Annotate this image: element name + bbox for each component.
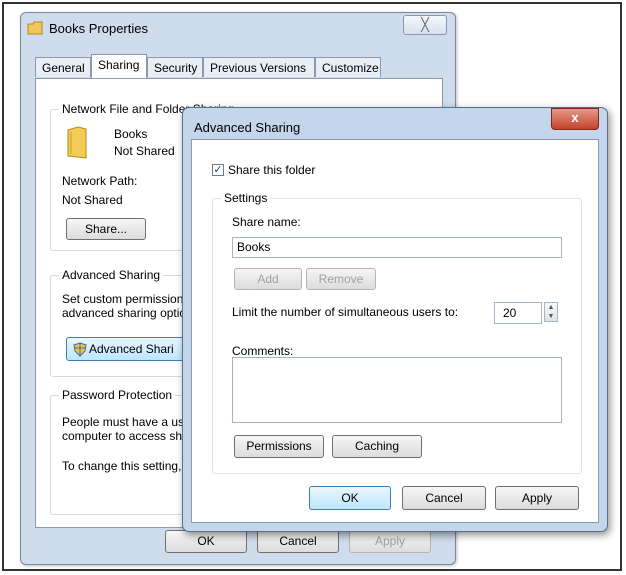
folder-icon xyxy=(27,21,43,35)
tab-security[interactable]: Security xyxy=(147,57,203,77)
dialog-title: Advanced Sharing xyxy=(194,120,301,135)
add-button[interactable]: Add xyxy=(234,268,302,290)
tab-previous-versions[interactable]: Previous Versions xyxy=(203,57,315,77)
shield-icon xyxy=(73,342,87,357)
tab-general[interactable]: General xyxy=(35,57,91,77)
folder-icon xyxy=(67,126,87,159)
permissions-button[interactable]: Permissions xyxy=(234,435,324,458)
advanced-sharing-dialog: Advanced Sharing x ✓ Share this folder S… xyxy=(182,107,608,532)
network-path-label: Network Path: xyxy=(62,174,138,188)
comments-textarea[interactable] xyxy=(232,357,562,423)
folder-name: Books xyxy=(114,127,148,141)
ok-button[interactable]: OK xyxy=(165,530,247,553)
apply-button[interactable]: Apply xyxy=(495,486,579,510)
advanced-sharing-desc-2: advanced sharing optic xyxy=(62,306,186,320)
tab-sharing[interactable]: Sharing xyxy=(91,54,147,78)
close-button[interactable]: ╳ xyxy=(403,15,447,35)
password-desc-3: To change this setting, xyxy=(62,459,182,473)
password-desc-1: People must have a us xyxy=(62,415,185,429)
spin-down-icon[interactable]: ▼ xyxy=(545,312,557,321)
apply-button[interactable]: Apply xyxy=(349,530,431,553)
user-limit-label: Limit the number of simultaneous users t… xyxy=(232,305,459,319)
share-folder-checkbox[interactable]: ✓ xyxy=(212,164,224,176)
share-name-input[interactable]: Books xyxy=(232,237,562,258)
comments-label: Comments: xyxy=(232,344,294,358)
group-heading: Password Protection xyxy=(59,388,176,402)
folder-share-status: Not Shared xyxy=(114,144,175,158)
share-folder-label[interactable]: Share this folder xyxy=(228,163,315,177)
cancel-button[interactable]: Cancel xyxy=(257,530,339,553)
close-button[interactable]: x xyxy=(551,108,599,130)
user-limit-spinner[interactable]: ▲ ▼ xyxy=(544,302,558,322)
group-heading: Settings xyxy=(221,191,271,205)
checkmark-icon: ✓ xyxy=(213,164,223,176)
share-name-label: Share name: xyxy=(232,215,301,229)
user-limit-input[interactable]: 20 xyxy=(494,302,542,324)
network-path-value: Not Shared xyxy=(62,193,123,207)
tab-customize[interactable]: Customize xyxy=(315,57,381,77)
dialog-body: ✓ Share this folder Settings Share name:… xyxy=(191,139,599,523)
caching-button[interactable]: Caching xyxy=(332,435,422,458)
group-heading: Advanced Sharing xyxy=(59,268,164,282)
advanced-sharing-desc-1: Set custom permissions xyxy=(62,292,190,306)
window-title: Books Properties xyxy=(49,21,148,36)
spin-up-icon[interactable]: ▲ xyxy=(545,303,557,312)
cancel-button[interactable]: Cancel xyxy=(402,486,486,510)
password-desc-2: computer to access sh xyxy=(62,429,183,443)
advanced-sharing-button-label: Advanced Shari xyxy=(89,342,174,356)
remove-button[interactable]: Remove xyxy=(306,268,376,290)
screenshot-frame: Books Properties ╳ General Sharing Secur… xyxy=(2,2,622,571)
ok-button[interactable]: OK xyxy=(309,486,391,510)
share-button[interactable]: Share... xyxy=(66,218,146,240)
